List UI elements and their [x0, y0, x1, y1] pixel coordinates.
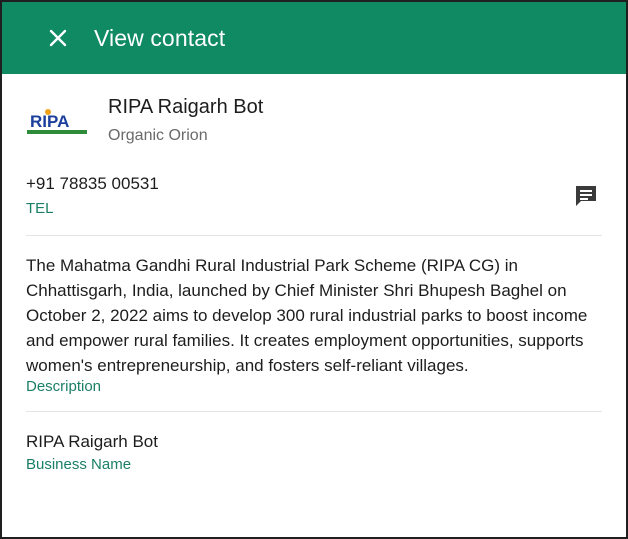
contact-window: View contact RIPA RIPA Raigarh Bot Organ… — [0, 0, 628, 539]
page-title: View contact — [94, 24, 226, 51]
logo-text: RIPA — [30, 112, 69, 131]
description-text: The Mahatma Gandhi Rural Industrial Park… — [26, 256, 588, 375]
description-section: The Mahatma Gandhi Rural Industrial Park… — [26, 236, 602, 412]
phone-label: TEL — [26, 200, 54, 217]
business-name: RIPA Raigarh Bot — [26, 432, 158, 451]
message-button[interactable] — [572, 182, 600, 210]
business-name-label: Business Name — [26, 456, 132, 473]
close-icon — [49, 29, 67, 47]
ripa-logo: RIPA — [26, 106, 88, 136]
contact-subtitle: Organic Orion — [108, 127, 208, 144]
phone-section: +91 78835 00531 TEL — [26, 160, 602, 236]
message-icon — [576, 186, 596, 206]
phone-number[interactable]: +91 78835 00531 — [26, 174, 159, 194]
business-section: RIPA Raigarh Bot Business Name — [26, 412, 602, 473]
profile-section: RIPA RIPA Raigarh Bot Organic Orion — [2, 74, 626, 160]
close-button[interactable] — [36, 16, 80, 60]
description-label: Description — [26, 378, 102, 395]
contact-name: RIPA Raigarh Bot — [108, 96, 264, 118]
top-bar: View contact — [2, 2, 626, 74]
